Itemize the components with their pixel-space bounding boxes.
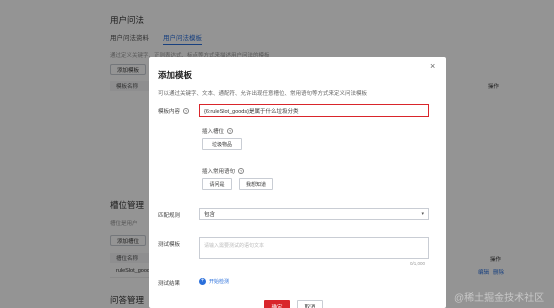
insert-slot-goods-button[interactable]: 垃圾物品 [202, 138, 242, 150]
add-template-dialog: 添加模板 × 可以通过关键字、文本、通配符、允许出现任意槽位、常用语句等方式来定… [149, 57, 446, 308]
help-icon: ? [238, 168, 245, 174]
template-content-label-text: 模板内容 [158, 109, 181, 115]
template-content-input[interactable]: {6:ruleSlot_goods}是属于什么垃圾分类 [199, 104, 429, 117]
start-test-text: 开始检测 [209, 279, 230, 285]
test-text-label: 测试模板 [158, 242, 181, 248]
test-result-label: 测试结果 [158, 281, 181, 287]
insert-common-label-text: 插入常用语句 [202, 169, 236, 175]
char-counter: 0/1,000 [410, 261, 426, 266]
close-icon[interactable]: × [430, 61, 435, 71]
insert-slot-label-text: 插入槽位 [202, 129, 225, 135]
template-content-label: 模板内容 ? [158, 107, 190, 115]
common-phrase-button-2[interactable]: 我想知道 [239, 178, 273, 190]
common-phrase-button-1[interactable]: 请问是 [202, 178, 232, 190]
help-icon: ? [227, 128, 234, 134]
caret-down-icon: ▾ [421, 211, 424, 217]
dialog-description: 可以通过关键字、文本、通配符、允许出现任意槽位、常用语句等方式来定义问法模板 [158, 91, 368, 97]
insert-common-label: 插入常用语句 ? [202, 167, 245, 175]
confirm-button[interactable]: 确定 [264, 300, 290, 308]
match-rule-label: 匹配规则 [158, 213, 181, 219]
help-icon: ? [183, 108, 190, 114]
dialog-title: 添加模板 [158, 70, 193, 80]
test-text-placeholder: 请输入需要测试的语句文本 [204, 243, 265, 249]
match-rule-value: 包含 [204, 212, 216, 218]
cancel-button[interactable]: 取消 [297, 300, 323, 308]
test-text-area[interactable]: 请输入需要测试的语句文本 [199, 237, 429, 259]
start-test-link[interactable]: + 开始检测 [199, 278, 229, 285]
match-rule-select[interactable]: 包含 ▾ [199, 208, 429, 220]
insert-slot-label: 插入槽位 ? [202, 127, 234, 135]
plus-icon: + [199, 278, 206, 285]
watermark: @稀土掘金技术社区 [454, 293, 545, 304]
